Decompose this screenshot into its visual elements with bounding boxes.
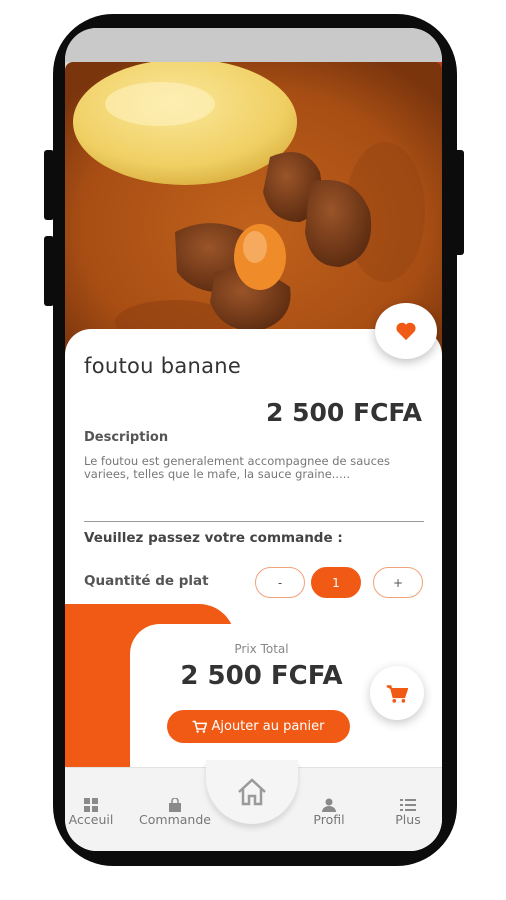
grid-icon	[84, 798, 98, 812]
favorite-button[interactable]	[375, 303, 437, 359]
nav-item-profil[interactable]: Profil	[309, 798, 349, 827]
side-button-right	[454, 150, 464, 255]
quantity-label: Quantité de plat	[84, 573, 209, 589]
product-title: foutou banane	[84, 354, 242, 378]
add-to-cart-label: Ajouter au panier	[211, 719, 325, 734]
nav-label: Plus	[395, 812, 421, 827]
description-heading: Description	[84, 430, 169, 445]
total-label: Prix Total	[234, 642, 289, 656]
cart-icon	[193, 720, 208, 733]
nav-item-commande[interactable]: Commande	[137, 798, 213, 827]
nav-item-home[interactable]	[206, 760, 298, 824]
user-icon	[322, 798, 336, 812]
increment-button[interactable]: +	[373, 567, 423, 598]
nav-label: Profil	[313, 812, 345, 827]
side-button-left-bottom	[44, 236, 54, 306]
description-text: Le foutou est generalement accompagnee d…	[84, 454, 390, 481]
quantity-value: 1	[311, 567, 361, 598]
nav-label: Commande	[139, 812, 211, 827]
heart-icon	[396, 322, 416, 341]
bag-icon	[169, 798, 181, 812]
nav-label: Acceuil	[68, 812, 114, 827]
total-value: 2 500 FCFA	[180, 661, 343, 691]
decrement-button[interactable]: -	[255, 567, 305, 598]
cart-button[interactable]	[370, 666, 424, 720]
app-screen: foutou banane 2 500 FCFA Description Le …	[65, 28, 442, 851]
status-bar	[65, 28, 442, 62]
divider	[84, 521, 424, 522]
nav-item-plus[interactable]: Plus	[390, 798, 426, 827]
list-icon	[400, 799, 416, 811]
add-to-cart-button[interactable]: Ajouter au panier	[167, 710, 350, 743]
bottom-nav: Acceuil Commande Profil Plus	[65, 760, 442, 851]
home-icon	[238, 778, 266, 806]
nav-item-acceuil[interactable]: Acceuil	[67, 798, 115, 827]
order-heading: Veuillez passez votre commande :	[84, 530, 343, 546]
product-price: 2 500 FCFA	[266, 398, 422, 427]
cart-icon	[386, 684, 408, 703]
side-button-left-top	[44, 150, 54, 220]
